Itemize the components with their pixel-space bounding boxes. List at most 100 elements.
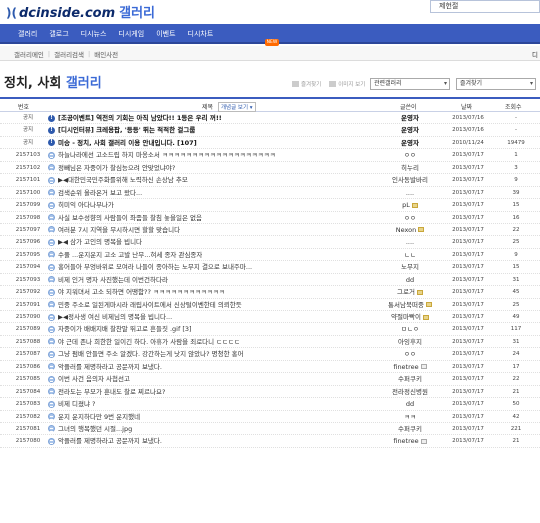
post-title-link[interactable]: 악플러를 제명하라고 공문까지 보냈다. — [58, 363, 162, 371]
post-writer[interactable]: ㄴㄴ — [380, 251, 440, 259]
post-subject-cell: 히미익 아다나부나가 — [48, 201, 373, 209]
post-writer[interactable]: .... — [380, 238, 440, 246]
post-title-link[interactable]: ▶◀정사생 여신 비제님의 명복을 빕니다... — [58, 313, 172, 321]
post-writer[interactable]: 수퍼쿠키 — [380, 375, 440, 383]
post-number: 2157081 — [15, 425, 41, 432]
post-title-link[interactable]: 미승 - 정치, 사회 갤러리 이용 안내입니다. [107] — [58, 139, 197, 147]
post-title-link[interactable]: 야 근데 존나 희한한 일이긴 하다. 아휴가 사람을 죄로다니 ㄷㄷㄷㄷ — [58, 338, 240, 346]
post-title-link[interactable]: 사실 보수성향의 사람들이 좌좀들 찰침 놓을일은 없음 — [58, 214, 202, 222]
post-writer[interactable]: 운영자 — [380, 114, 440, 122]
post-writer[interactable]: ㅇㅇ — [380, 350, 440, 358]
post-title-link[interactable]: 정빼님은 자중이가 찰심능으려 안맞었냐야? — [58, 164, 175, 172]
table-row: 2157098 사실 보수성향의 사람들이 좌좀들 찰침 놓을일은 없음 ㅇㅇ 201… — [0, 212, 540, 224]
post-icon — [48, 164, 55, 172]
subnav-dictionary[interactable]: 배인사전 — [94, 49, 118, 59]
post-title-link[interactable]: 전라도는 부모가 훈내도 찰로 찌르나요? — [58, 388, 165, 396]
post-writer-name: finetree — [393, 362, 419, 371]
post-title-link[interactable]: 수풀 ...운지운지 고소 고발 난무...혀세 종자 관심종자 — [58, 251, 202, 259]
post-writer[interactable]: 통서남북떠중 — [380, 301, 440, 309]
concept-sort-button[interactable]: 개념글 보기 ▾ — [217, 102, 256, 112]
nav-item[interactable]: 디시게임 — [118, 29, 144, 39]
post-title-link[interactable]: 비제 디졌냐 ? — [58, 400, 95, 408]
post-subject-cell: 악플러를 제명하라고 공문까지 보냈다. — [48, 363, 373, 371]
nav-item[interactable]: 이벤트 — [156, 29, 175, 39]
post-writer[interactable]: 전라정신병원 — [380, 388, 440, 396]
subscribe-button[interactable]: 즐겨찾기 — [292, 80, 321, 88]
post-writer[interactable]: dd — [380, 276, 440, 284]
post-title-link[interactable]: 히미익 아다나부나가 — [58, 201, 114, 209]
post-date: 2013/07/17 — [452, 301, 484, 308]
nav-item[interactable]: 갤러리 — [18, 29, 37, 39]
post-writer[interactable]: 노무지 — [380, 263, 440, 271]
post-number: 2157080 — [15, 438, 41, 445]
post-title-link[interactable]: 민중 주소로 일된게마시라 래립사이트에서 신상털이벤한테 의뢰한듯 — [58, 301, 242, 309]
gallog-icon[interactable] — [420, 364, 427, 370]
post-writer[interactable]: .... — [380, 189, 440, 197]
post-writer[interactable]: ㅋㅋ — [380, 413, 440, 421]
nav-item[interactable]: 디시차트 — [188, 29, 214, 39]
post-title-link[interactable]: 홍어들아 부엉바위로 모여라 나들이 종아하는 노무지 결으로 보내주마... — [58, 263, 252, 271]
post-writer[interactable]: 아잉후지 — [380, 338, 440, 346]
gallog-icon[interactable] — [411, 202, 418, 208]
subnav-gallery-main[interactable]: 갤러리메인 — [14, 49, 44, 59]
nav-item[interactable]: 디시뉴스 — [81, 29, 107, 39]
post-writer[interactable]: 약절마빡이 — [380, 313, 440, 321]
post-title-link[interactable]: 악플러를 제명하라고 공문까지 보냈다. — [58, 437, 162, 445]
post-writer[interactable]: pL — [380, 201, 440, 209]
subnav-gallery-search[interactable]: 갤러리검색 — [54, 49, 84, 59]
post-views: 49 — [512, 314, 520, 320]
post-writer-name: Nexon — [395, 225, 417, 234]
post-writer-name: 아잉후지 — [398, 337, 422, 346]
post-writer[interactable]: dd — [380, 400, 440, 408]
dcinside-logo[interactable]: )( dcinside.com 갤러리 — [6, 2, 155, 21]
post-number: 2157086 — [15, 363, 41, 370]
post-title-link[interactable]: ▶◀ 삼가 고인의 명복을 빕니다 — [58, 238, 142, 246]
post-title-link[interactable]: [디시인터뷰] 크레용팝, '등등' 뛰는 적적한 걸그룹 — [58, 126, 195, 134]
post-writer[interactable]: 운영자 — [380, 126, 440, 134]
post-title-link[interactable]: 그녀의 행복했던 시절...jpg — [58, 425, 132, 433]
related-gallery-select[interactable]: 관련갤러리 ▾ — [370, 78, 450, 90]
post-writer[interactable]: finetree — [380, 437, 440, 445]
post-date: 2013/07/17 — [452, 425, 484, 432]
post-title-link[interactable]: 하늘나라에선 고소드립 하지 마옹소서 ㅋㅋㅋㅋㅋㅋㅋㅋㅋㅋㅋㅋㅋㅋㅋㅋㅋㅋㅋ — [58, 151, 276, 159]
gallog-icon[interactable] — [418, 227, 425, 233]
post-writer[interactable]: ㅁㄴㅇ — [380, 325, 440, 333]
nav-item[interactable]: 갤로그 — [49, 29, 68, 39]
post-writer-name: ㅇㅇ — [404, 213, 416, 222]
post-icon — [48, 425, 55, 433]
post-title-link[interactable]: 그냥 펌배 안들면 주소 알겠다. 강간하는게 낫지 않았나? 명청한 홍어 — [58, 350, 244, 358]
post-views: 19479 — [507, 139, 525, 146]
post-title-link[interactable]: 야 지워뎌서 고소 되하면 어땡함?? ㅋㅋㅋㅋㅋㅋㅋㅋㅋㅋㅋㅋ — [58, 288, 225, 296]
table-row: 2157093 비제 인거 명자 사진했는데 이번건하다라 dd 2013/07/17… — [0, 274, 540, 287]
gallog-icon[interactable] — [416, 289, 423, 295]
post-title-link[interactable]: 운지 운지하다만 9번 운지했네 — [58, 413, 140, 421]
post-writer[interactable]: 수퍼쿠키 — [380, 425, 440, 433]
post-writer[interactable]: finetree — [380, 363, 440, 371]
post-number: 공지 — [22, 115, 34, 121]
post-writer[interactable]: 그로거 — [380, 288, 440, 296]
subnav-right-text[interactable]: 디 — [532, 49, 538, 59]
post-writer[interactable]: ㅇㅇ — [380, 214, 440, 222]
post-title-link[interactable]: 자중이가 배배지배 찰찬말 뛰고로 흔들짓 .gif [3] — [58, 325, 192, 333]
post-title-link[interactable]: 비제 인거 명자 사진했는데 이번건하다라 — [58, 276, 168, 284]
post-writer[interactable]: 운영자 — [380, 139, 440, 147]
table-header: 번호 제목 개념글 보기 ▾ 글쓴이 날짜 조회수 — [0, 97, 540, 112]
post-writer-name: 수퍼쿠키 — [398, 424, 422, 433]
gallog-icon[interactable] — [420, 438, 427, 444]
search-input[interactable]: 제헌절 — [430, 0, 540, 13]
post-title-link[interactable]: 검색순위 올라온거 보고 왔다... — [58, 189, 142, 197]
post-title-link[interactable]: [조공이벤트] 역전의 기회는 아직 남았다!! 1등은 우리 꺼!! — [58, 114, 222, 122]
gallog-icon[interactable] — [425, 302, 432, 308]
post-title-link[interactable]: 이번 사건 음의자 사첩선고 — [58, 375, 130, 383]
post-writer[interactable]: 인사동발바리 — [380, 176, 440, 184]
post-writer[interactable]: ㅇㅇ — [380, 151, 440, 159]
post-writer[interactable]: Nexon — [380, 226, 440, 234]
post-writer-name: 통서남북떠중 — [388, 300, 424, 309]
gallog-icon[interactable] — [422, 314, 429, 320]
favorites-select[interactable]: 즐겨찾기 ▾ — [456, 78, 536, 90]
image-view-button[interactable]: 이미지 보기 — [329, 80, 365, 88]
post-subject-cell: [디시인터뷰] 크레용팝, '등등' 뛰는 적적한 걸그룹 — [48, 126, 373, 134]
post-title-link[interactable]: 여러분 7시 지역을 무시하시면 할할 맞습니다 — [58, 226, 180, 234]
post-writer[interactable]: 히누리 — [380, 164, 440, 172]
post-title-link[interactable]: ▶◀대한민국민주화를위해 노력하신 손상남 추모 — [58, 176, 188, 184]
